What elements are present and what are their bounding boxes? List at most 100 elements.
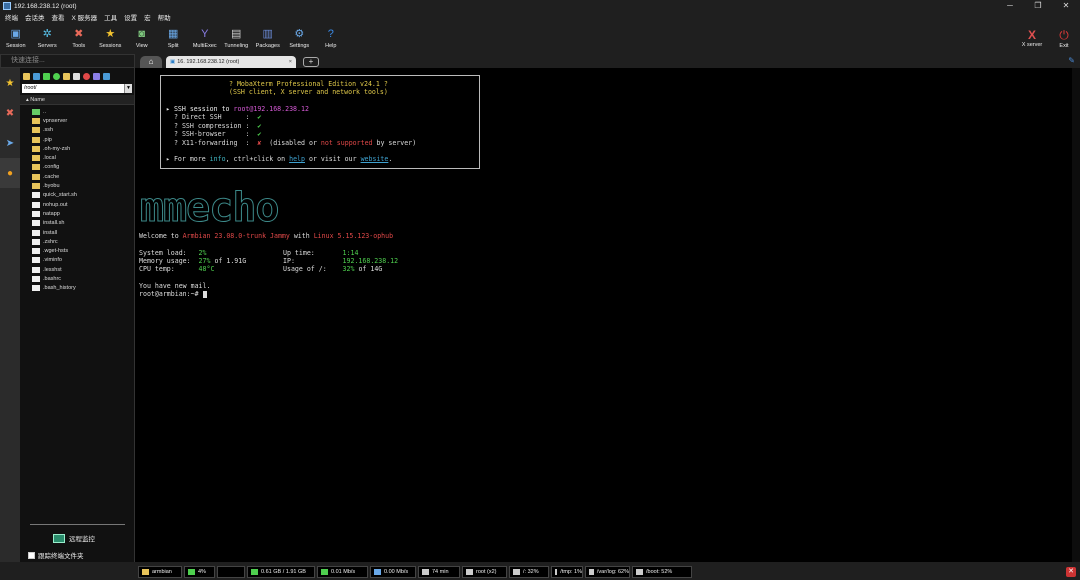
- list-item[interactable]: .cache: [32, 172, 134, 181]
- welcome-line: Welcome to Armbian 23.08.0-trunk Jammy w…: [139, 232, 393, 240]
- menu-tools[interactable]: 工具: [104, 12, 117, 22]
- chevron-down-icon[interactable]: ▼: [124, 84, 132, 93]
- menu-x-server[interactable]: X 服务器: [72, 12, 98, 22]
- tools-button[interactable]: ✖ Tools: [63, 22, 95, 54]
- download-icon[interactable]: [33, 72, 40, 80]
- multiexec-button[interactable]: Y MultiExec: [189, 22, 221, 54]
- welcome-kernel: Linux 5.15.123-ophub: [313, 232, 394, 240]
- menu-terminal[interactable]: 终端: [5, 12, 18, 22]
- folder-icon: [32, 145, 40, 152]
- disk-usage-line: Usage of /: 32% of 14G: [283, 265, 382, 273]
- refresh-icon[interactable]: [53, 72, 60, 80]
- x11-forwarding-line: ? X11-forwarding : ✘ (disabled or not su…: [174, 139, 416, 147]
- bookmark-icon[interactable]: [93, 72, 100, 80]
- packages-button[interactable]: ▥ Packages: [252, 22, 284, 54]
- status-text: /tmp: 1%: [560, 569, 582, 575]
- tunneling-button[interactable]: ▤ Tunneling: [221, 22, 253, 54]
- ip-label: IP:: [283, 257, 343, 265]
- disk-total: of 14G: [354, 265, 383, 273]
- tab-session-16[interactable]: ▣ 16. 192.168.238.12 (root) ×: [166, 56, 296, 68]
- remote-monitoring-button[interactable]: 远程监控: [53, 533, 95, 543]
- list-item[interactable]: install.sh: [32, 219, 134, 228]
- x-server-button[interactable]: X X server: [1017, 22, 1047, 54]
- status-download-indicator: 0.00 Mb/s: [370, 566, 416, 578]
- view-button[interactable]: ◙ View: [126, 22, 158, 54]
- file-name: .pip: [43, 136, 52, 143]
- list-item[interactable]: install: [32, 228, 134, 237]
- list-item[interactable]: .oh-my-zsh: [32, 144, 134, 153]
- terminal-follow-icon[interactable]: [103, 72, 110, 80]
- list-item[interactable]: ..: [32, 107, 134, 116]
- close-status-bar-button[interactable]: ✕: [1066, 567, 1076, 577]
- list-item[interactable]: .byobu: [32, 181, 134, 190]
- upload-icon[interactable]: [43, 72, 50, 80]
- exit-power-icon: ⏻: [1059, 27, 1069, 42]
- terminal-scrollbar[interactable]: [1072, 68, 1080, 562]
- list-item[interactable]: .wget-hsts: [32, 246, 134, 255]
- cpu-graph: [221, 569, 228, 575]
- close-window-button[interactable]: ✕: [1052, 0, 1080, 12]
- new-folder-icon[interactable]: [63, 72, 70, 80]
- servers-label: Servers: [37, 42, 57, 49]
- list-item[interactable]: nohup.out: [32, 200, 134, 209]
- menu-view[interactable]: 查看: [52, 12, 65, 22]
- parent-folder-icon[interactable]: [23, 72, 30, 80]
- list-item[interactable]: .config: [32, 163, 134, 172]
- list-item[interactable]: quick_start.sh: [32, 191, 134, 200]
- list-item[interactable]: .ssh: [32, 126, 134, 135]
- tab-close-button[interactable]: ×: [289, 56, 292, 68]
- exit-button[interactable]: ⏻ Exit: [1049, 22, 1079, 54]
- side-tab-macros-icon[interactable]: ➤: [0, 128, 20, 158]
- session-icon: ▣: [10, 27, 21, 40]
- packages-label: Packages: [255, 42, 280, 49]
- column-header-name[interactable]: ▴ Name: [20, 95, 134, 105]
- follow-terminal-folder-checkbox[interactable]: 跟踪终端文件夹: [28, 550, 84, 560]
- home-tab[interactable]: ⌂: [140, 56, 162, 68]
- list-item[interactable]: .lesshst: [32, 265, 134, 274]
- x11-note-1: (disabled or: [261, 139, 321, 147]
- list-item[interactable]: vpnserver: [32, 116, 134, 125]
- file-icon: [32, 257, 40, 264]
- status-text: /var/log: 62%: [596, 569, 629, 575]
- tab-label: 16. 192.168.238.12 (root): [177, 59, 240, 65]
- help-button[interactable]: ? Help: [315, 22, 347, 54]
- session-button[interactable]: ▣ Session: [0, 22, 32, 54]
- status-text: /: 32%: [523, 569, 539, 575]
- side-tab-tools-icon[interactable]: ✖: [0, 98, 20, 128]
- new-tab-button[interactable]: +: [303, 57, 319, 67]
- list-item[interactable]: .bashrc: [32, 274, 134, 283]
- quick-connect-input[interactable]: 快速连接...: [0, 54, 135, 68]
- file-name: .viminfo: [43, 257, 62, 264]
- disk-icon: [636, 569, 643, 575]
- servers-button[interactable]: ✲ Servers: [32, 22, 64, 54]
- list-item[interactable]: .zshrc: [32, 237, 134, 246]
- welcome-text-1: Welcome to: [139, 232, 183, 240]
- menu-sessions[interactable]: 会话类: [25, 12, 45, 22]
- terminal-area[interactable]: ? MobaXterm Professional Edition v24.1 ?…: [136, 68, 1080, 562]
- prompt-line[interactable]: root@armbian:~#: [139, 290, 207, 298]
- sessions-button[interactable]: ★ Sessions: [95, 22, 127, 54]
- list-item[interactable]: natapp: [32, 209, 134, 218]
- sftp-sidebar: /root/ ▼ ▴ Name .. vpnserver .ssh .pip .oh-m…: [20, 68, 135, 562]
- list-item[interactable]: .viminfo: [32, 256, 134, 265]
- side-tab-sftp-icon[interactable]: ●: [0, 158, 20, 188]
- delete-icon[interactable]: [83, 72, 90, 80]
- help-link[interactable]: help: [289, 155, 305, 163]
- list-item[interactable]: .bash_history: [32, 284, 134, 293]
- list-item[interactable]: .local: [32, 153, 134, 162]
- attach-icon[interactable]: ✎: [1068, 56, 1075, 65]
- list-item[interactable]: .pip: [32, 135, 134, 144]
- split-button[interactable]: ▦ Split: [158, 22, 190, 54]
- menu-settings[interactable]: 设置: [124, 12, 137, 22]
- new-file-icon[interactable]: [73, 72, 80, 80]
- menu-help[interactable]: 帮助: [158, 12, 171, 22]
- info-link[interactable]: info: [210, 155, 226, 163]
- menu-macros[interactable]: 宏: [144, 12, 151, 22]
- side-tab-sessions-star-icon[interactable]: ★: [0, 68, 20, 98]
- status-text: 4%: [198, 569, 206, 575]
- settings-button[interactable]: ⚙ Settings: [284, 22, 316, 54]
- maximize-button[interactable]: ❐: [1024, 0, 1052, 12]
- minimize-button[interactable]: ─: [996, 0, 1024, 12]
- website-link[interactable]: website: [361, 155, 389, 163]
- path-input[interactable]: /root/ ▼: [22, 84, 132, 93]
